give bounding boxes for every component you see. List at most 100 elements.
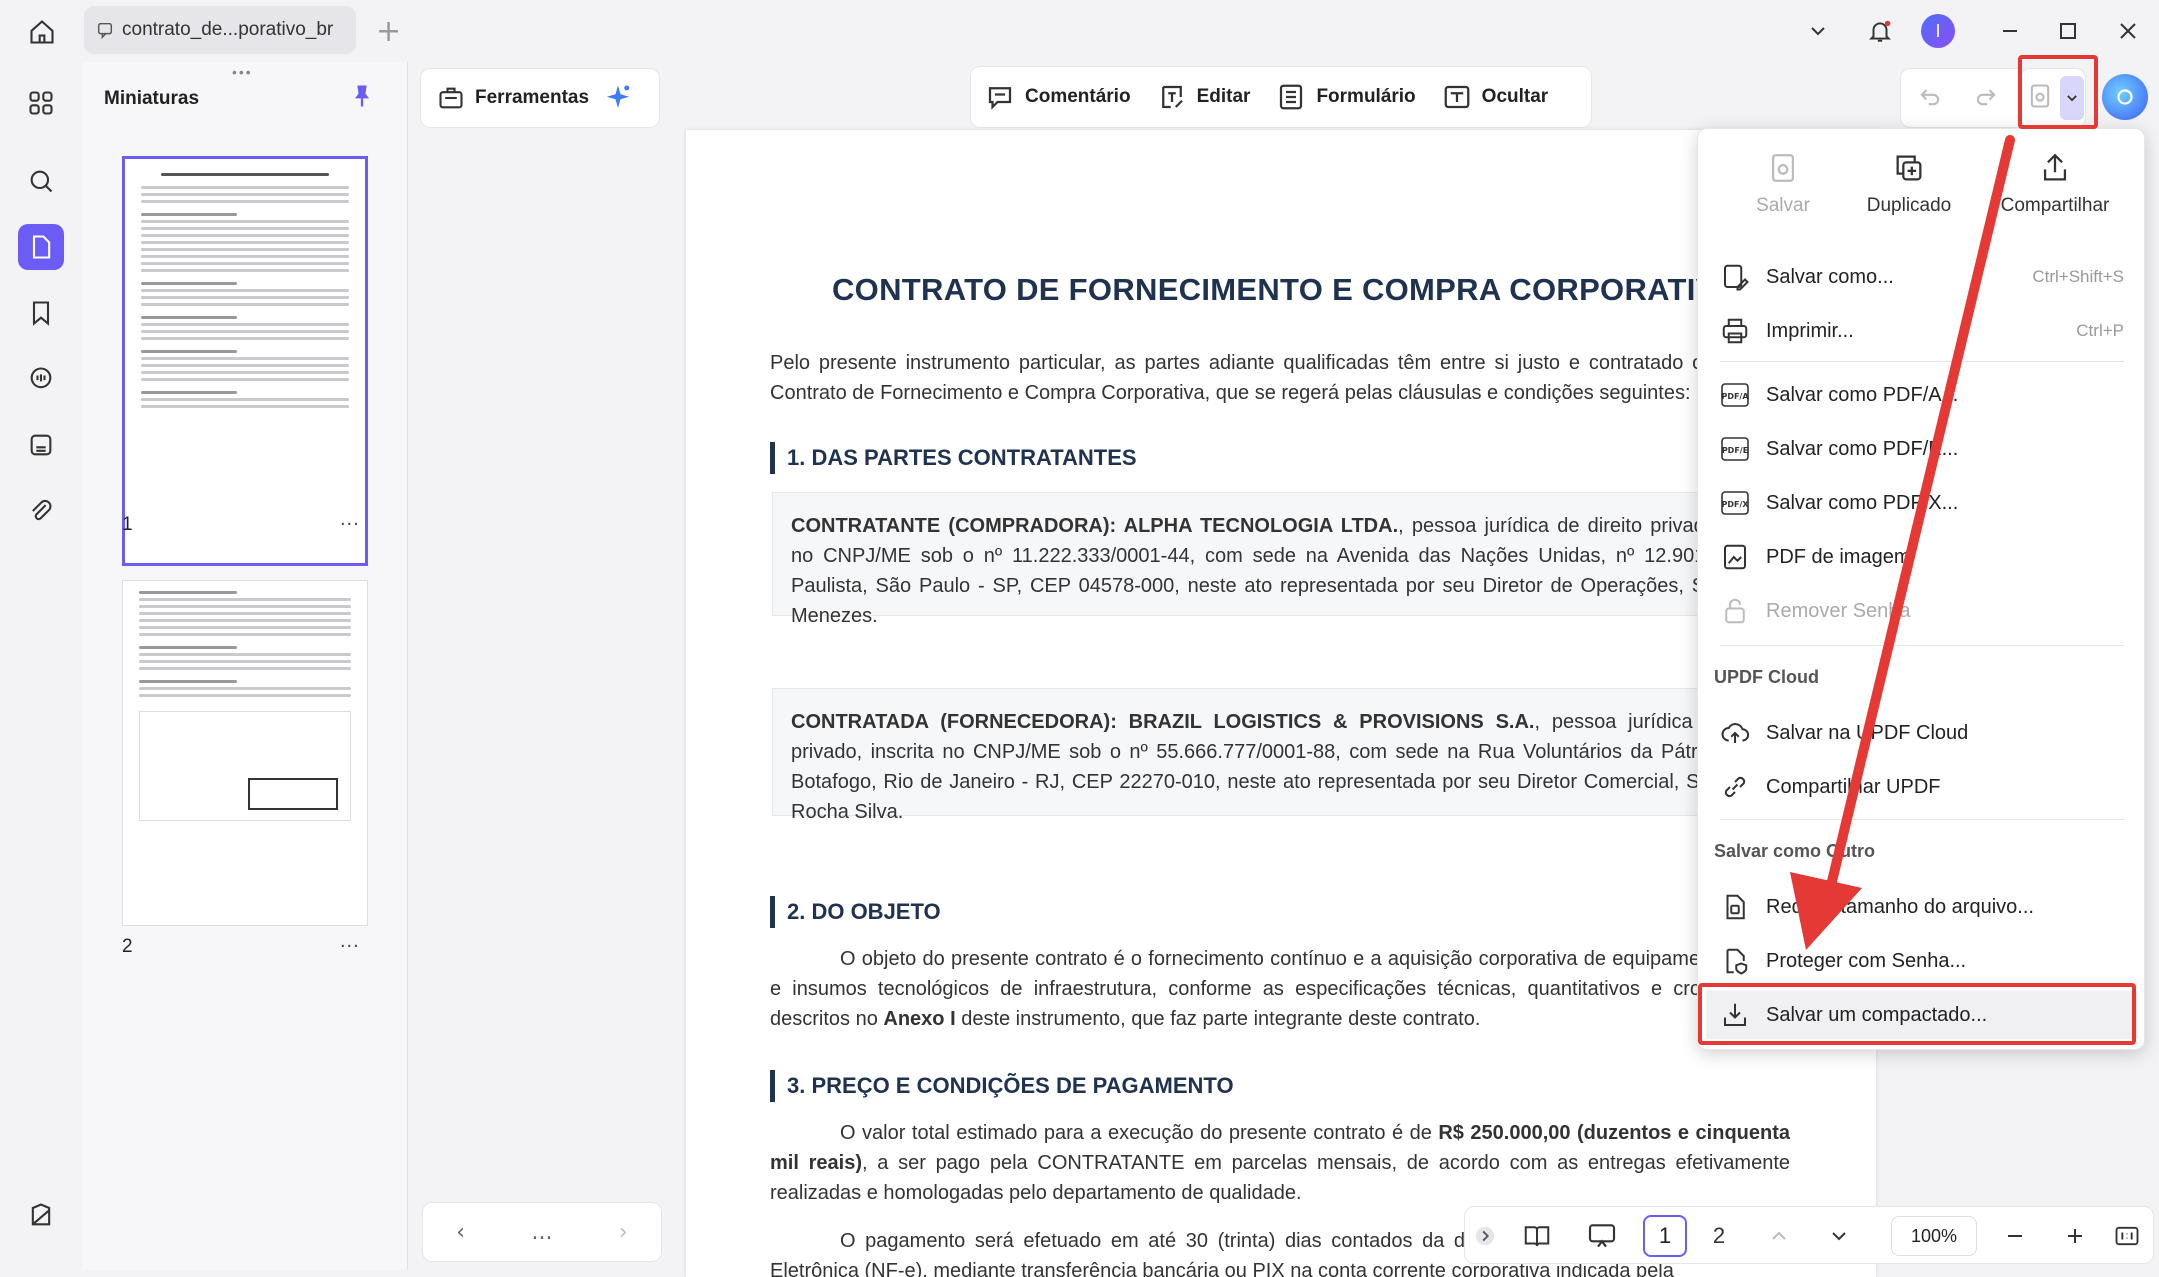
chevron-down-icon: [1832, 1232, 1846, 1241]
comments-button[interactable]: [18, 356, 64, 402]
redact-icon: [1444, 85, 1470, 109]
objeto-text-b: deste instrumento, que faz parte integra…: [955, 1008, 1481, 1030]
undo-button[interactable]: [1916, 82, 1944, 115]
zoom-out-button[interactable]: [1995, 1207, 2035, 1265]
menu-image-pdf[interactable]: PDF de imagem: [1720, 533, 2124, 581]
presentation-icon: [1588, 1224, 1616, 1248]
print-shortcut: Ctrl+P: [2076, 321, 2124, 340]
objeto-paragraph: O objeto do presente contrato é o fornec…: [770, 944, 1790, 1034]
menu-save-pdfx[interactable]: PDF/X Salvar como PDF/X...: [1720, 479, 2124, 527]
user-avatar[interactable]: I: [1918, 12, 1958, 50]
redo-icon: [1976, 89, 1996, 106]
next-button[interactable]: ›: [619, 1220, 628, 1245]
notifications-button[interactable]: [1860, 12, 1900, 50]
svg-text:PDF/X: PDF/X: [1721, 500, 1749, 509]
nav-more-button[interactable]: ...: [531, 1220, 552, 1245]
contratada-box: CONTRATADA (FORNECEDORA): BRAZIL LOGISTI…: [772, 688, 1812, 823]
tools-button[interactable]: Ferramentas: [420, 68, 660, 128]
panel-resize-handle[interactable]: •••: [232, 64, 253, 80]
objeto-annex: Anexo I: [883, 1008, 956, 1030]
ai-assistant-button[interactable]: [2102, 74, 2148, 120]
page-1-box[interactable]: 1: [1643, 1215, 1687, 1257]
presentation-button[interactable]: [1575, 1207, 1629, 1265]
form-tool-button[interactable]: Formulário: [1276, 82, 1416, 112]
zoom-level[interactable]: 100%: [1891, 1216, 1977, 1256]
page-icon: [32, 235, 51, 259]
left-rail: [0, 62, 82, 1277]
menu-save-pdfa[interactable]: PDF/A Salvar como PDF/A...: [1720, 371, 2124, 419]
pdfa-label: Salvar como PDF/A...: [1766, 383, 1959, 406]
tabs-dropdown-button[interactable]: [1798, 12, 1838, 50]
pin-button[interactable]: [348, 82, 378, 112]
menu-duplicate-button[interactable]: Duplicado: [1844, 151, 1974, 217]
annotation-box-compressed: [1698, 983, 2136, 1045]
page-up-button[interactable]: [1759, 1207, 1799, 1265]
page-thumbnail-1[interactable]: [122, 156, 368, 566]
reduce-size-label: Reduzir tamanho do arquivo...: [1766, 895, 2034, 918]
comment-doc-icon: [97, 22, 113, 39]
collapse-bar-button[interactable]: [1471, 1207, 1499, 1265]
zoom-in-button[interactable]: [2055, 1207, 2095, 1265]
page-down-button[interactable]: [1819, 1207, 1859, 1265]
form-icon: [1280, 84, 1303, 110]
intro-paragraph: Pelo presente instrumento particular, as…: [770, 352, 1790, 404]
svg-text:PDF/A: PDF/A: [1721, 392, 1749, 401]
title-bar: contrato_de...porativo_br + I: [0, 0, 2159, 62]
share-icon: [2043, 153, 2067, 181]
new-tab-button[interactable]: +: [376, 14, 401, 49]
preco-text-a: O valor total estimado para a execução d…: [840, 1122, 1439, 1144]
menu-save-pdfe[interactable]: PDF/E Salvar como PDF/E...: [1720, 425, 2124, 473]
shield-file-icon: [1726, 948, 1748, 975]
bookmarks-button[interactable]: [18, 290, 64, 336]
section-3-heading: 3. PREÇO E CONDIÇÕES DE PAGAMENTO: [770, 1070, 1234, 1102]
thumbnails-button[interactable]: [18, 224, 64, 270]
thumbnail-panel: ••• Miniaturas 1 ... 2 ...: [82, 62, 408, 1270]
apps-button[interactable]: [18, 80, 64, 126]
document-tab[interactable]: contrato_de...porativo_br: [84, 6, 356, 54]
tools-panel: Ferramentas ‹ ... ›: [408, 62, 684, 1270]
pdfx-label: Salvar como PDF/X...: [1766, 491, 1959, 514]
search-button[interactable]: [18, 158, 64, 204]
layers-button[interactable]: [18, 1192, 64, 1238]
tab-title: contrato_de...porativo_br: [122, 19, 334, 40]
page-2-more-button[interactable]: ...: [340, 930, 360, 953]
redact-tool-button[interactable]: Ocultar: [1442, 82, 1548, 112]
home-button[interactable]: [22, 12, 62, 52]
save-as-shortcut: Ctrl+Shift+S: [2032, 267, 2124, 286]
menu-save-cloud[interactable]: Salvar na UPDF Cloud: [1720, 709, 2124, 757]
compress-file-icon: [1726, 894, 1745, 920]
document-title: CONTRATO DE FORNECIMENTO E COMPRA CORPOR…: [832, 272, 1742, 307]
minus-icon: [2008, 1235, 2022, 1237]
maximize-icon: [2060, 23, 2076, 39]
menu-reduce-size[interactable]: Reduzir tamanho do arquivo...: [1720, 883, 2124, 931]
prev-button[interactable]: ‹: [456, 1220, 465, 1245]
menu-protect-password[interactable]: Proteger com Senha...: [1720, 937, 2124, 985]
link-icon: [1724, 776, 1746, 798]
redo-button[interactable]: [1972, 82, 2000, 115]
bell-icon: [1868, 20, 1892, 42]
page-1-more-button[interactable]: ...: [340, 508, 360, 531]
menu-remove-password[interactable]: Remover Senha: [1720, 587, 2124, 635]
page-thumbnail-2[interactable]: [122, 580, 368, 926]
edit-tool-button[interactable]: Editar: [1157, 82, 1250, 112]
actual-size-button[interactable]: [2105, 1207, 2149, 1265]
comment-tool-button[interactable]: Comentário: [985, 82, 1131, 112]
menu-print[interactable]: Imprimir... Ctrl+P: [1720, 307, 2124, 355]
page-nav-bar: ‹ ... ›: [422, 1202, 662, 1262]
close-window-button[interactable]: [2106, 12, 2150, 50]
menu-save-as[interactable]: Salvar como... Ctrl+Shift+S: [1720, 253, 2124, 301]
printer-icon: [1722, 318, 1748, 344]
minimize-button[interactable]: [1988, 12, 2032, 50]
reading-mode-button[interactable]: [1513, 1207, 1561, 1265]
menu-share-updf[interactable]: Compartilhar UPDF: [1720, 763, 2124, 811]
attachments-list-button[interactable]: [18, 422, 64, 468]
pdfe-icon: PDF/E: [1721, 437, 1749, 461]
print-label: Imprimir...: [1766, 319, 1854, 342]
attachment-button[interactable]: [18, 488, 64, 534]
save-as-icon: [1724, 264, 1749, 291]
avatar: I: [1921, 14, 1955, 48]
menu-save-button[interactable]: Salvar: [1718, 151, 1848, 217]
maximize-button[interactable]: [2046, 12, 2090, 50]
menu-share-button[interactable]: Compartilhar: [1980, 151, 2130, 217]
page-2-box[interactable]: 2: [1697, 1207, 1741, 1265]
